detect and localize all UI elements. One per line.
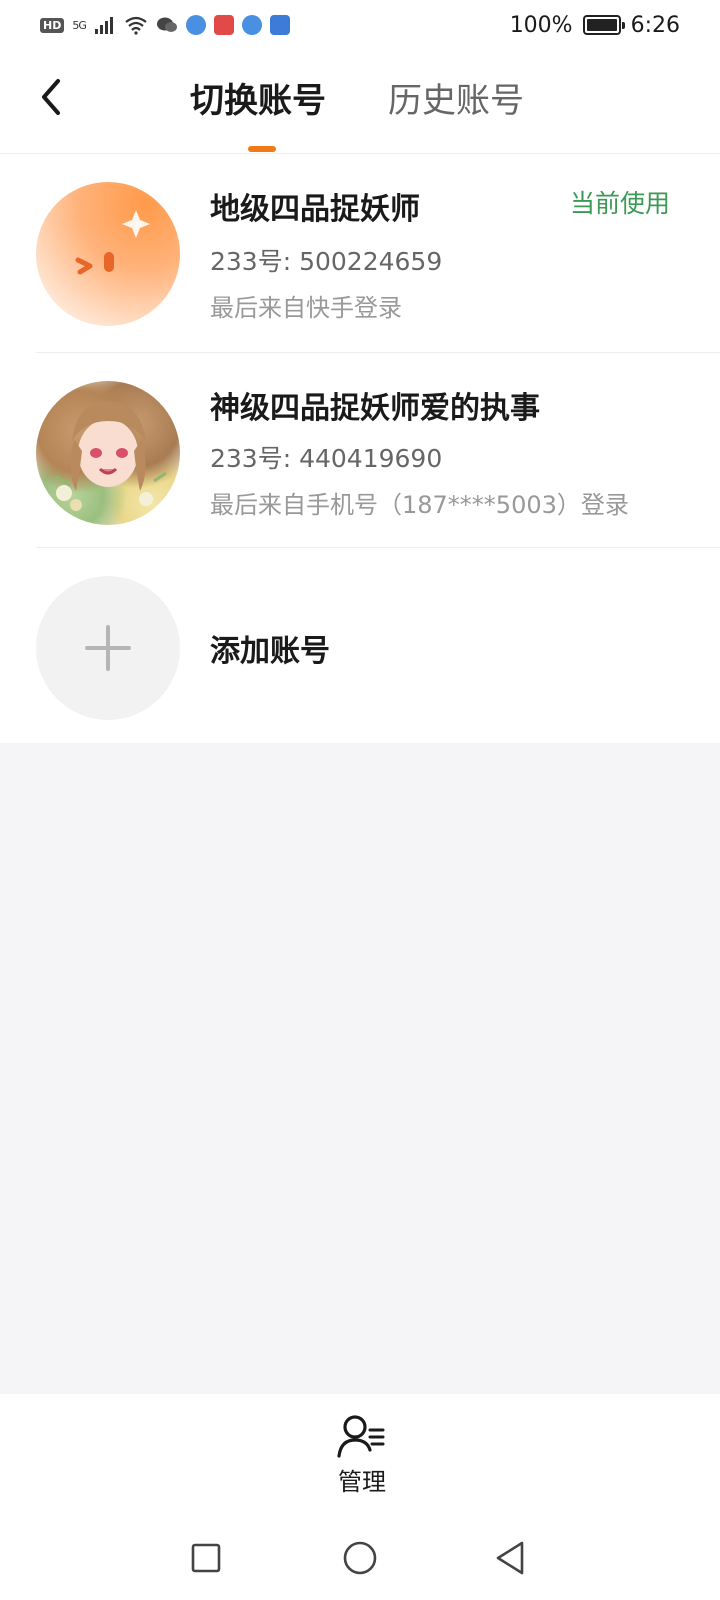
account-item[interactable]: 神级四品捉妖师爱的执事 233号: 440419690 最后来自手机号（187*…: [0, 353, 720, 548]
back-button[interactable]: [30, 75, 74, 119]
signal-icon: [94, 17, 113, 34]
bottom-manage-bar: 管理: [0, 1394, 720, 1514]
hd-icon: HD: [40, 17, 65, 33]
login-source: 最后来自手机号（187****5003）登录: [210, 491, 629, 519]
account-list: 地级四品捉妖师 233号: 500224659 最后来自快手登录 当前使用 神级: [0, 154, 720, 743]
avatar: [36, 381, 180, 525]
user-manage-icon: [337, 1415, 385, 1458]
current-in-use-badge: 当前使用: [569, 189, 670, 218]
triangle-back-icon: [496, 1541, 524, 1575]
login-source: 最后来自快手登录: [210, 294, 402, 322]
app-notification-icon: [241, 15, 262, 35]
circle-icon: [343, 1541, 377, 1575]
back-nav-button[interactable]: [488, 1536, 532, 1580]
recent-apps-button[interactable]: [184, 1536, 228, 1580]
app-notification-icon: [213, 15, 234, 35]
manage-label: 管理: [338, 1468, 386, 1496]
plus-icon: [85, 625, 131, 671]
account-item[interactable]: 地级四品捉妖师 233号: 500224659 最后来自快手登录 当前使用: [0, 154, 720, 353]
system-navigation-bar: [0, 1514, 720, 1600]
tab-switch-account[interactable]: 切换账号: [190, 80, 326, 130]
status-icons-left: HD 5G: [40, 15, 290, 35]
square-icon: [191, 1543, 221, 1573]
network-type: 5G: [72, 18, 86, 32]
header: 切换账号 历史账号: [0, 50, 720, 154]
account-name: 神级四品捉妖师爱的执事: [210, 391, 540, 426]
add-avatar-circle: [36, 576, 180, 720]
account-id: 233号: 440419690: [210, 444, 443, 473]
active-tab-indicator: [248, 146, 276, 152]
add-account-button[interactable]: 添加账号: [0, 548, 720, 743]
account-name: 地级四品捉妖师: [210, 192, 420, 227]
account-id: 233号: 500224659: [210, 247, 443, 276]
tab-history-account[interactable]: 历史账号: [388, 80, 524, 130]
status-icons-right: 100% 6:26: [510, 13, 680, 38]
back-arrow-icon: [42, 79, 60, 115]
avatar: [36, 182, 180, 326]
app-notification-icon: [269, 15, 290, 35]
clock: 6:26: [630, 12, 680, 38]
anime-avatar-icon: [55, 401, 167, 511]
wifi-icon: [125, 16, 147, 35]
mascot-face-icon: [75, 210, 150, 275]
add-account-label: 添加账号: [210, 634, 330, 669]
battery-icon: [582, 15, 625, 35]
manage-button[interactable]: 管理: [320, 1414, 404, 1504]
home-button[interactable]: [338, 1536, 382, 1580]
battery-percent: 100%: [509, 12, 573, 38]
wechat-icon: [156, 17, 177, 32]
app-notification-icon: [185, 15, 206, 35]
status-bar: HD 5G 100% 6:26: [0, 0, 720, 50]
